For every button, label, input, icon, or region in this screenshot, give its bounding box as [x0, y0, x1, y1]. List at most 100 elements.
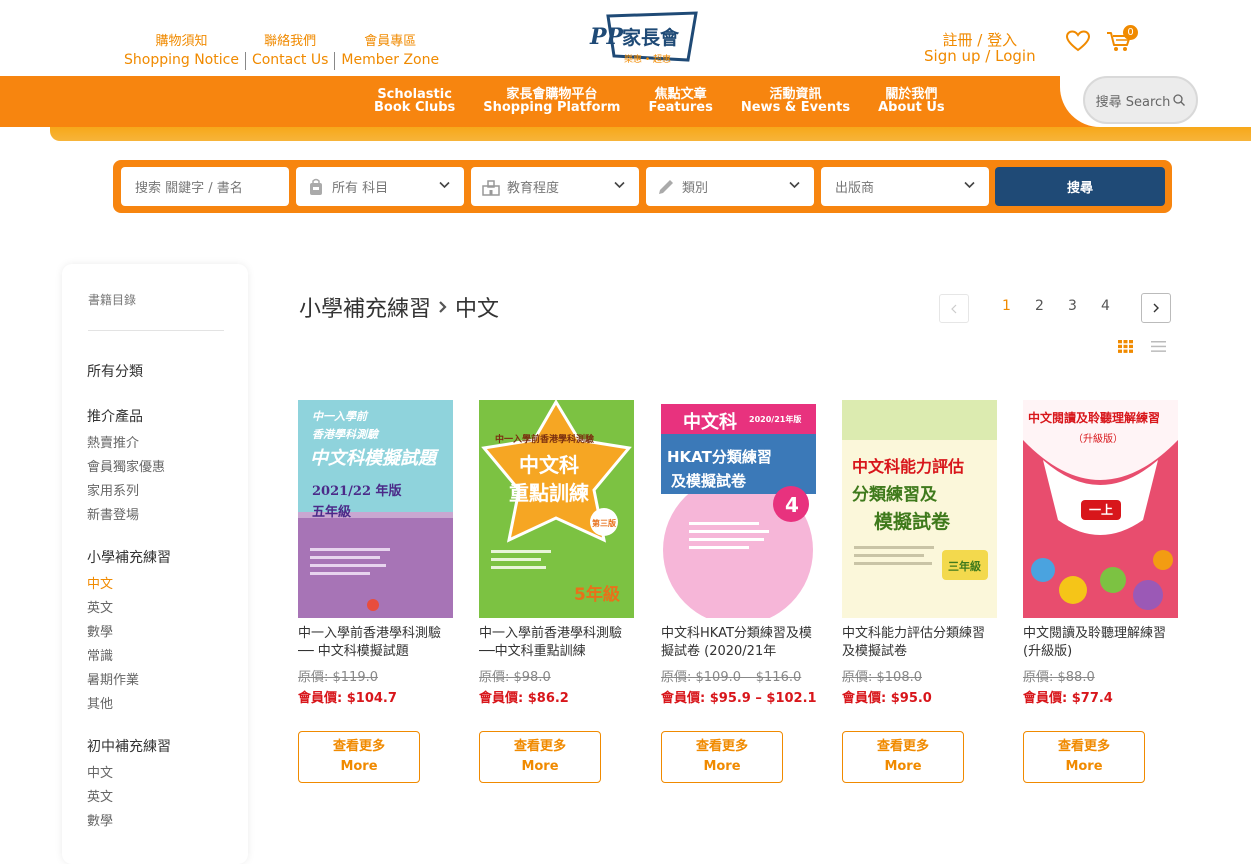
logo-name: 家長會 [622, 26, 680, 49]
publisher-select[interactable]: 出版商 [821, 167, 989, 206]
chevron-down-icon [614, 181, 625, 189]
sidebar-item[interactable]: 其他 [87, 693, 113, 712]
nav-book-clubs[interactable]: Scholastic Book Clubs [360, 88, 469, 114]
product-cover-image[interactable]: 中文閱讀及聆聽理解練習 （升級版） 一上 [1023, 400, 1178, 618]
signup-login-link[interactable]: 註冊 / 登入 Sign up / Login [924, 32, 1036, 64]
filter-search-button[interactable]: 搜尋 [995, 167, 1165, 206]
cover-line: 中文閱讀及聆聽理解練習 [1028, 410, 1160, 425]
nav-news-events[interactable]: 活動資訊 News & Events [727, 88, 864, 114]
nav-label-bottom: Book Clubs [374, 100, 456, 115]
product-cover-image[interactable]: 中文科 2020/21年版 HKAT分類練習 及模擬試卷 4 [661, 400, 816, 618]
pagination-page[interactable]: 3 [1068, 298, 1077, 314]
shopping-notice-zh: 購物須知 [155, 34, 208, 49]
subject-select[interactable]: 所有 科目 [296, 167, 464, 206]
sidebar-item[interactable]: 會員獨家優惠 [87, 456, 165, 475]
cover-line: 中一入學前香港學科測驗 [495, 433, 594, 445]
sidebar-item[interactable]: 中文 [87, 762, 113, 781]
login-zh: 註冊 / 登入 [942, 31, 1018, 49]
sidebar-item-active[interactable]: 中文 [87, 573, 113, 592]
nav-label-bottom: News & Events [740, 100, 851, 115]
list-view-icon[interactable] [1151, 340, 1166, 353]
subject-value: 所有 科目 [332, 181, 389, 196]
cover-line: 及模擬試卷 [671, 472, 747, 490]
chevron-down-icon [439, 181, 450, 189]
product-cover-image[interactable]: 中一入學前香港學科測驗 中文科 重點訓練 第三版 5年級 [479, 400, 634, 618]
education-level-select[interactable]: 教育程度 [471, 167, 639, 206]
education-level-value: 教育程度 [507, 181, 560, 196]
more-zh: 查看更多 [695, 739, 748, 754]
nav-label-bottom: Features [648, 100, 713, 115]
view-more-button[interactable]: 查看更多 More [298, 731, 420, 783]
pencil-icon [659, 179, 673, 194]
sidebar-item[interactable]: 熱賣推介 [87, 432, 139, 451]
book-cover-4: 中文科能力評估 分類練習及 模擬試卷 三年級 [842, 400, 997, 618]
more-en: More [521, 759, 559, 774]
view-more-button[interactable]: 查看更多 More [479, 731, 601, 783]
nav-label-bottom: About Us [878, 100, 945, 115]
view-more-button[interactable]: 查看更多 More [842, 731, 964, 783]
member-zone-en: Member Zone [341, 52, 440, 68]
product-cover-image[interactable]: 中文科能力評估 分類練習及 模擬試卷 三年級 [842, 400, 997, 618]
shopping-notice-link[interactable]: 購物須知 Shopping Notice [118, 32, 245, 70]
product-member-price: 會員價: $95.9 – $102.1 [661, 691, 817, 706]
contact-us-en: Contact Us [251, 52, 329, 68]
pagination-prev-button[interactable] [939, 294, 969, 323]
sidebar-item[interactable]: 英文 [87, 786, 113, 805]
cover-line: 中文科 [683, 411, 737, 433]
product-cover-image[interactable]: 中一入學前 香港學科測驗 中文科模擬試題 2021/22 年版 五年級 [298, 400, 453, 618]
sidebar-all-categories[interactable]: 所有分類 [87, 361, 143, 381]
more-zh: 查看更多 [332, 739, 385, 754]
keyword-search-input[interactable]: 搜索 關鍵字 / 書名 [121, 167, 289, 206]
sidebar-item[interactable]: 新書登場 [87, 504, 139, 523]
member-zone-link[interactable]: 會員專區 Member Zone [335, 32, 445, 70]
logo-tagline: 樂惠 • 超惠 [624, 53, 671, 65]
cover-line: 分類練習及 [852, 484, 938, 505]
chevron-down-icon [789, 181, 800, 189]
category-select[interactable]: 類別 [646, 167, 814, 206]
sidebar-section-recommended[interactable]: 推介產品 [87, 406, 143, 426]
cover-line: 4 [785, 493, 799, 517]
product-title[interactable]: 中一入學前香港學科測驗──中文科重點訓練 [479, 625, 634, 662]
product-title[interactable]: 中文科HKAT分類練習及模擬試卷 (2020/21年 [661, 625, 816, 662]
view-more-button[interactable]: 查看更多 More [661, 731, 783, 783]
site-logo[interactable]: PP 家長會 樂惠 • 超惠 [588, 10, 700, 68]
view-more-button[interactable]: 查看更多 More [1023, 731, 1145, 783]
pagination-page[interactable]: 4 [1101, 298, 1110, 314]
product-title[interactable]: 中一入學前香港學科測驗── 中文科模擬試題 [298, 625, 453, 662]
chevron-right-icon [1153, 303, 1159, 313]
heart-icon[interactable] [1066, 30, 1090, 52]
sidebar-item[interactable]: 暑期作業 [87, 669, 139, 688]
cover-line: 2020/21年版 [749, 414, 801, 424]
nav-features[interactable]: 焦點文章 Features [634, 88, 726, 114]
sidebar-item[interactable]: 英文 [87, 597, 113, 616]
sidebar-title: 書籍目錄 [88, 293, 137, 307]
pagination-page[interactable]: 1 [1002, 298, 1011, 314]
contact-us-link[interactable]: 聯絡我們 Contact Us [246, 32, 334, 70]
book-cover-1: 中一入學前 香港學科測驗 中文科模擬試題 2021/22 年版 五年級 [298, 400, 453, 618]
sidebar-section-junior[interactable]: 初中補充練習 [87, 736, 171, 756]
cover-line: HKAT分類練習 [667, 448, 772, 466]
header-search-button[interactable]: 搜尋 Search [1083, 76, 1198, 124]
sidebar-item[interactable]: 常識 [87, 645, 113, 664]
nav-about-us[interactable]: 關於我們 About Us [864, 88, 959, 114]
product-title[interactable]: 中文科能力評估分類練習及模擬試卷 [842, 625, 997, 662]
sidebar-item[interactable]: 數學 [87, 810, 113, 829]
contact-us-zh: 聯絡我們 [264, 34, 317, 49]
book-cover-2: 中一入學前香港學科測驗 中文科 重點訓練 第三版 5年級 [479, 400, 634, 618]
top-links: 購物須知 Shopping Notice 聯絡我們 Contact Us 會員專… [118, 32, 445, 70]
cover-line: 重點訓練 [509, 481, 589, 505]
product-title[interactable]: 中文閱讀及聆聽理解練習(升級版) [1023, 625, 1178, 662]
cover-line: 模擬試卷 [874, 510, 951, 533]
grid-view-icon[interactable] [1118, 340, 1133, 353]
sidebar-section-primary[interactable]: 小學補充練習 [87, 547, 171, 567]
product-member-price: 會員價: $104.7 [298, 691, 397, 706]
breadcrumb-parent[interactable]: 小學補充練習 [299, 291, 431, 323]
publisher-value: 出版商 [835, 181, 875, 196]
more-zh: 查看更多 [513, 739, 566, 754]
sidebar-item[interactable]: 家用系列 [87, 480, 139, 499]
pagination-next-button[interactable] [1141, 293, 1171, 323]
sidebar-item[interactable]: 數學 [87, 621, 113, 640]
nav-shopping-platform[interactable]: 家長會購物平台 Shopping Platform [469, 88, 634, 114]
pagination-page[interactable]: 2 [1035, 298, 1044, 314]
cover-line: 一上 [1089, 502, 1113, 517]
